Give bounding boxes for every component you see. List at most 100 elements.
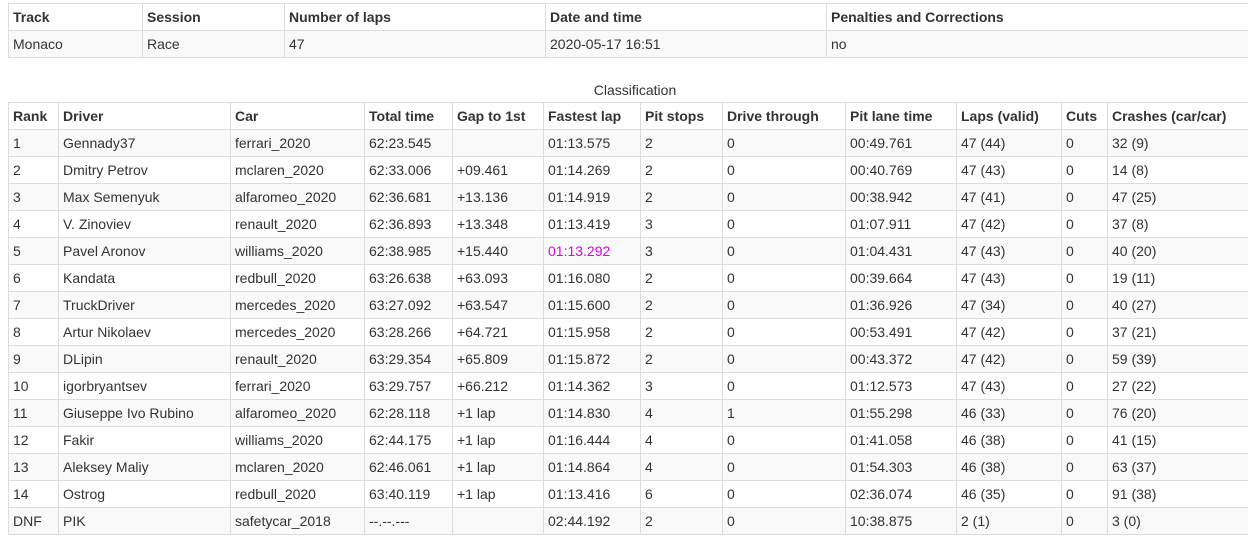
rank-cell: 7 bbox=[8, 291, 59, 319]
car-cell: mclaren_2020 bbox=[230, 453, 365, 481]
pit-stops-cell: 2 bbox=[640, 345, 723, 373]
drive-through-cell: 0 bbox=[722, 480, 846, 508]
drive-through-cell: 0 bbox=[722, 453, 846, 481]
gap-cell: +65.809 bbox=[452, 345, 544, 373]
pit-lane-time-cell: 00:39.664 bbox=[845, 264, 957, 292]
cuts-cell: 0 bbox=[1061, 372, 1108, 400]
gap-cell: +1 lap bbox=[452, 426, 544, 454]
laps-valid-cell: 47 (44) bbox=[956, 129, 1062, 157]
drive-through-cell: 0 bbox=[722, 291, 846, 319]
drive-through-header: Drive through bbox=[722, 102, 846, 130]
gap-cell: +1 lap bbox=[452, 399, 544, 427]
drive-through-cell: 0 bbox=[722, 183, 846, 211]
fastest-lap-cell: 01:13.575 bbox=[543, 129, 641, 157]
cuts-cell: 0 bbox=[1061, 453, 1108, 481]
gap-cell: +64.721 bbox=[452, 318, 544, 346]
car-cell: williams_2020 bbox=[230, 426, 365, 454]
gap-cell: +1 lap bbox=[452, 453, 544, 481]
total-time-cell: 62:23.545 bbox=[364, 129, 453, 157]
car-cell: safetycar_2018 bbox=[230, 507, 365, 535]
rank-cell: 11 bbox=[8, 399, 59, 427]
laps-valid-cell: 46 (38) bbox=[956, 426, 1062, 454]
fastest-lap-cell: 01:14.864 bbox=[543, 453, 641, 481]
laps-valid-cell: 2 (1) bbox=[956, 507, 1062, 535]
session-info-table: Track Session Number of laps Date and ti… bbox=[8, 3, 1248, 58]
laps-valid-cell: 47 (43) bbox=[956, 237, 1062, 265]
table-row: 5 Pavel Aronov williams_2020 62:38.985 +15.4… bbox=[8, 237, 1248, 265]
total-time-cell: 63:28.266 bbox=[364, 318, 453, 346]
driver-cell: Ostrog bbox=[58, 480, 231, 508]
total-time-cell: 62:38.985 bbox=[364, 237, 453, 265]
driver-cell: Aleksey Maliy bbox=[58, 453, 231, 481]
table-row: 11 Giuseppe Ivo Rubino alfaromeo_2020 62:28… bbox=[8, 399, 1248, 427]
cuts-cell: 0 bbox=[1061, 399, 1108, 427]
table-row: 1 Gennady37 ferrari_2020 62:23.545 01:13.575… bbox=[8, 129, 1248, 157]
pit-stops-cell: 2 bbox=[640, 183, 723, 211]
pit-lane-time-cell: 01:54.303 bbox=[845, 453, 957, 481]
car-cell: mclaren_2020 bbox=[230, 156, 365, 184]
fastest-lap-cell: 01:14.919 bbox=[543, 183, 641, 211]
pit-stops-cell: 2 bbox=[640, 129, 723, 157]
car-cell: alfaromeo_2020 bbox=[230, 399, 365, 427]
rank-cell: 13 bbox=[8, 453, 59, 481]
cuts-cell: 0 bbox=[1061, 183, 1108, 211]
laps-valid-cell: 47 (43) bbox=[956, 156, 1062, 184]
laps-valid-cell: 47 (41) bbox=[956, 183, 1062, 211]
car-cell: mercedes_2020 bbox=[230, 318, 365, 346]
pit-lane-time-header: Pit lane time bbox=[845, 102, 957, 130]
pit-stops-cell: 2 bbox=[640, 318, 723, 346]
pit-stops-cell: 2 bbox=[640, 507, 723, 535]
pit-stops-header: Pit stops bbox=[640, 102, 723, 130]
classification-body: 1 Gennady37 ferrari_2020 62:23.545 01:13.575… bbox=[8, 129, 1248, 535]
car-cell: alfaromeo_2020 bbox=[230, 183, 365, 211]
session-info-header-row: Track Session Number of laps Date and ti… bbox=[8, 3, 1248, 31]
table-row: 6 Kandata redbull_2020 63:26.638 +63.093 01:1… bbox=[8, 264, 1248, 292]
total-time-cell: 63:40.119 bbox=[364, 480, 453, 508]
gap-cell bbox=[452, 507, 544, 535]
laps-valid-header: Laps (valid) bbox=[956, 102, 1062, 130]
crashes-cell: 63 (37) bbox=[1107, 453, 1248, 481]
driver-cell: Kandata bbox=[58, 264, 231, 292]
rank-cell: 14 bbox=[8, 480, 59, 508]
table-row: 8 Artur Nikolaev mercedes_2020 63:28.266 +64… bbox=[8, 318, 1248, 346]
laps-valid-cell: 47 (42) bbox=[956, 345, 1062, 373]
car-header: Car bbox=[230, 102, 365, 130]
crashes-cell: 59 (39) bbox=[1107, 345, 1248, 373]
total-time-cell: 62:36.681 bbox=[364, 183, 453, 211]
crashes-cell: 27 (22) bbox=[1107, 372, 1248, 400]
total-time-cell: 63:29.354 bbox=[364, 345, 453, 373]
driver-cell: Giuseppe Ivo Rubino bbox=[58, 399, 231, 427]
pit-lane-time-cell: 01:04.431 bbox=[845, 237, 957, 265]
crashes-cell: 76 (20) bbox=[1107, 399, 1248, 427]
laps-valid-cell: 47 (43) bbox=[956, 372, 1062, 400]
gap-cell: +13.136 bbox=[452, 183, 544, 211]
driver-cell: DLipin bbox=[58, 345, 231, 373]
crashes-cell: 40 (27) bbox=[1107, 291, 1248, 319]
car-cell: redbull_2020 bbox=[230, 264, 365, 292]
driver-cell: TruckDriver bbox=[58, 291, 231, 319]
pit-lane-time-cell: 01:07.911 bbox=[845, 210, 957, 238]
laps-valid-cell: 46 (35) bbox=[956, 480, 1062, 508]
driver-cell: Fakir bbox=[58, 426, 231, 454]
car-cell: renault_2020 bbox=[230, 345, 365, 373]
crashes-cell: 47 (25) bbox=[1107, 183, 1248, 211]
pit-stops-cell: 2 bbox=[640, 264, 723, 292]
laps-valid-cell: 46 (33) bbox=[956, 399, 1062, 427]
total-time-cell: 63:27.092 bbox=[364, 291, 453, 319]
total-time-header: Total time bbox=[364, 102, 453, 130]
fastest-lap-cell: 01:15.600 bbox=[543, 291, 641, 319]
session-header: Session bbox=[142, 3, 285, 31]
fastest-lap-cell: 01:14.269 bbox=[543, 156, 641, 184]
car-cell: williams_2020 bbox=[230, 237, 365, 265]
pit-lane-time-cell: 10:38.875 bbox=[845, 507, 957, 535]
car-cell: ferrari_2020 bbox=[230, 129, 365, 157]
pit-lane-time-cell: 01:12.573 bbox=[845, 372, 957, 400]
cuts-cell: 0 bbox=[1061, 210, 1108, 238]
rank-cell: 5 bbox=[8, 237, 59, 265]
pit-stops-cell: 4 bbox=[640, 453, 723, 481]
fastest-lap-cell: 01:16.444 bbox=[543, 426, 641, 454]
drive-through-cell: 0 bbox=[722, 210, 846, 238]
cuts-cell: 0 bbox=[1061, 480, 1108, 508]
table-row: 10 igorbryantsev ferrari_2020 63:29.757 +66.… bbox=[8, 372, 1248, 400]
crashes-cell: 32 (9) bbox=[1107, 129, 1248, 157]
